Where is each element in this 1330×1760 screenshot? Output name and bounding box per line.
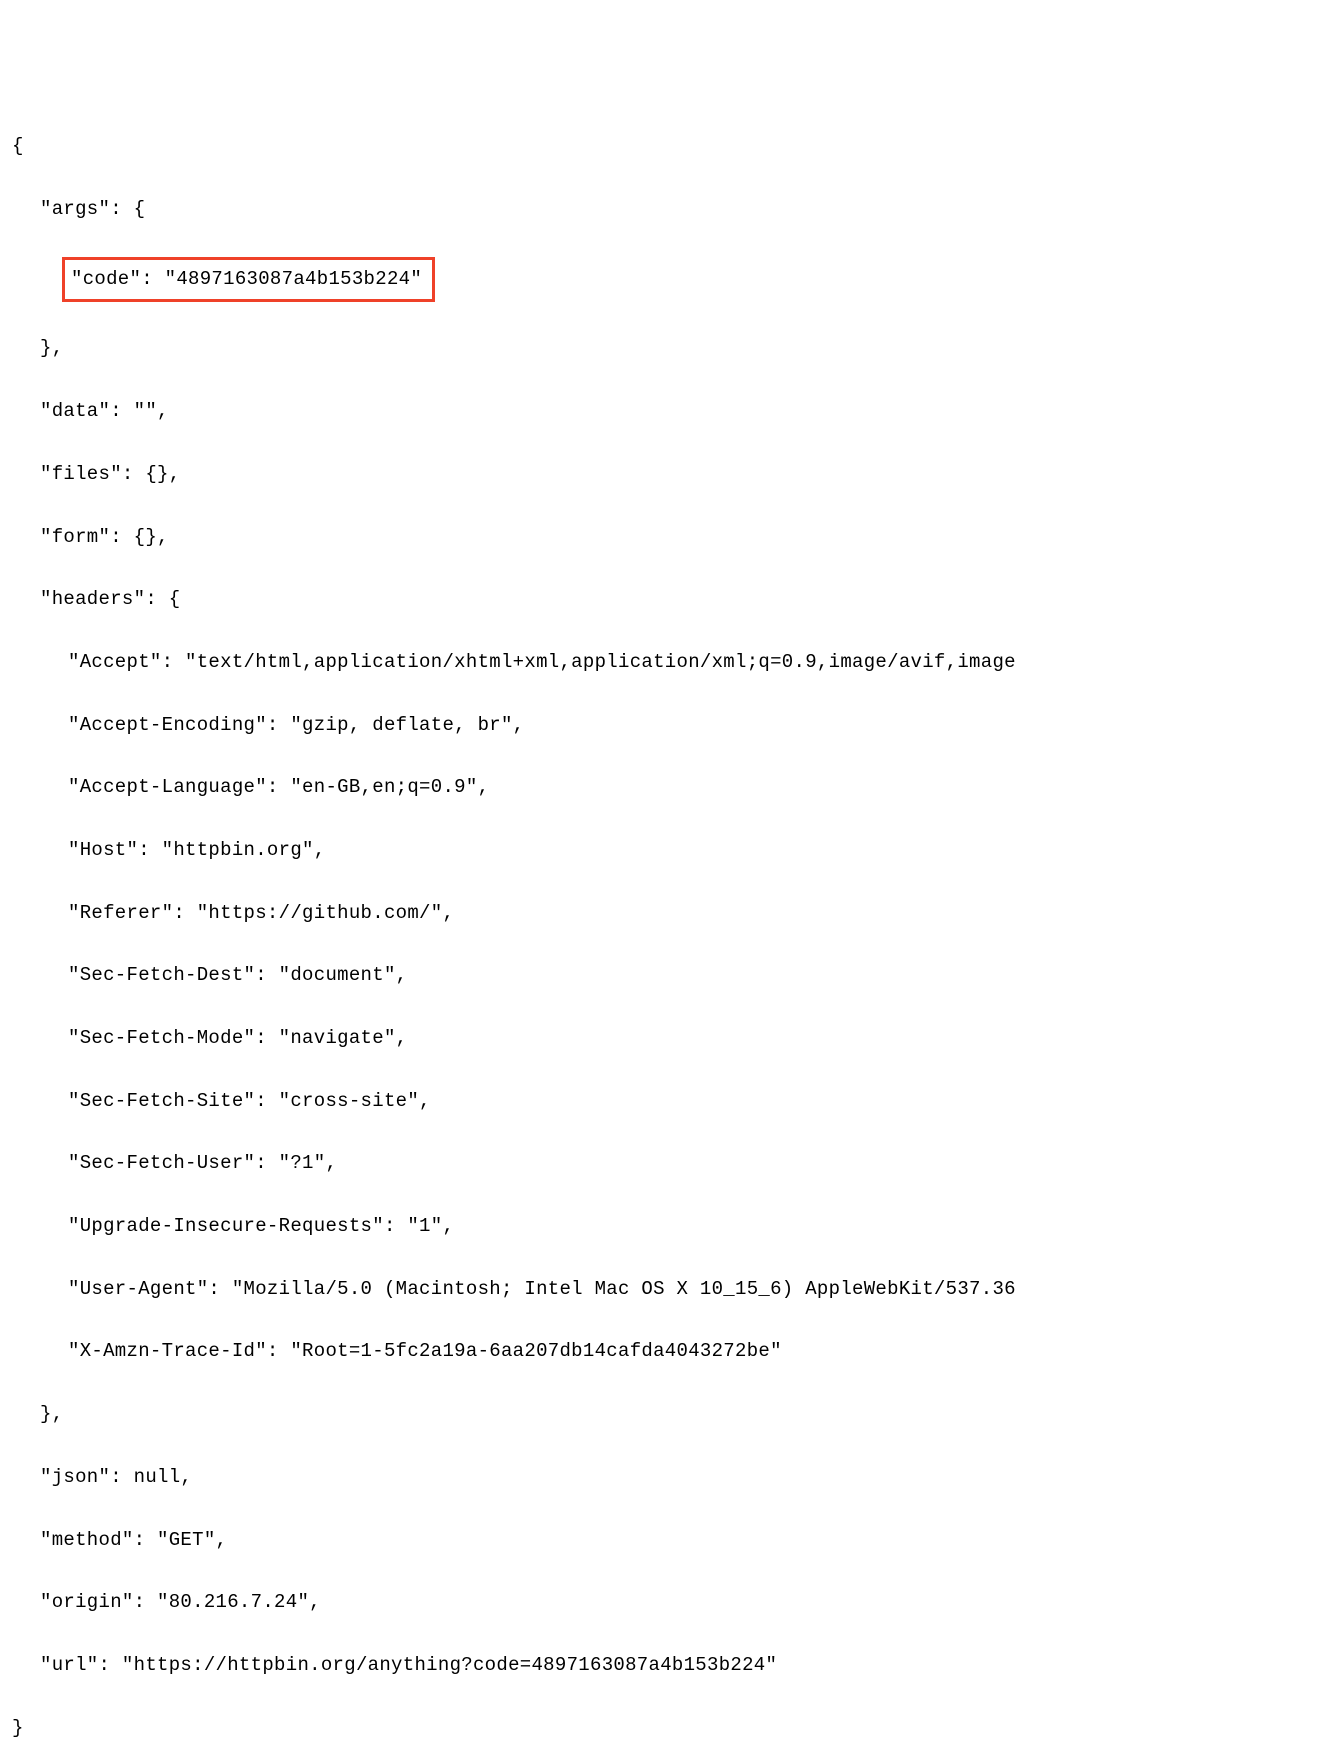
json-header-sec-fetch-dest: "Sec-Fetch-Dest": "document", [12, 960, 1318, 991]
json-close-brace: } [12, 1713, 1318, 1744]
json-origin-key: "origin": "80.216.7.24", [12, 1587, 1318, 1618]
json-args-close: }, [12, 333, 1318, 364]
json-header-referer: "Referer": "https://github.com/", [12, 898, 1318, 929]
json-json-key: "json": null, [12, 1462, 1318, 1493]
json-url-key: "url": "https://httpbin.org/anything?cod… [12, 1650, 1318, 1681]
json-open-brace: { [12, 131, 1318, 162]
json-method-key: "method": "GET", [12, 1525, 1318, 1556]
json-headers-key: "headers": { [12, 584, 1318, 615]
json-header-sec-fetch-mode: "Sec-Fetch-Mode": "navigate", [12, 1023, 1318, 1054]
json-header-sec-fetch-site: "Sec-Fetch-Site": "cross-site", [12, 1086, 1318, 1117]
json-header-accept-encoding: "Accept-Encoding": "gzip, deflate, br", [12, 710, 1318, 741]
json-header-accept: "Accept": "text/html,application/xhtml+x… [12, 647, 1318, 678]
json-files-key: "files": {}, [12, 459, 1318, 490]
json-header-accept-language: "Accept-Language": "en-GB,en;q=0.9", [12, 772, 1318, 803]
json-code-highlighted: "code": "4897163087a4b153b224" [12, 257, 1318, 302]
json-header-user-agent: "User-Agent": "Mozilla/5.0 (Macintosh; I… [12, 1274, 1318, 1305]
json-header-sec-fetch-user: "Sec-Fetch-User": "?1", [12, 1148, 1318, 1179]
highlight-annotation: "code": "4897163087a4b153b224" [62, 257, 435, 302]
json-data-key: "data": "", [12, 396, 1318, 427]
json-form-key: "form": {}, [12, 522, 1318, 553]
json-args-key: "args": { [12, 194, 1318, 225]
json-headers-close: }, [12, 1399, 1318, 1430]
json-header-trace-id: "X-Amzn-Trace-Id": "Root=1-5fc2a19a-6aa2… [12, 1336, 1318, 1367]
json-header-host: "Host": "httpbin.org", [12, 835, 1318, 866]
json-header-upgrade: "Upgrade-Insecure-Requests": "1", [12, 1211, 1318, 1242]
